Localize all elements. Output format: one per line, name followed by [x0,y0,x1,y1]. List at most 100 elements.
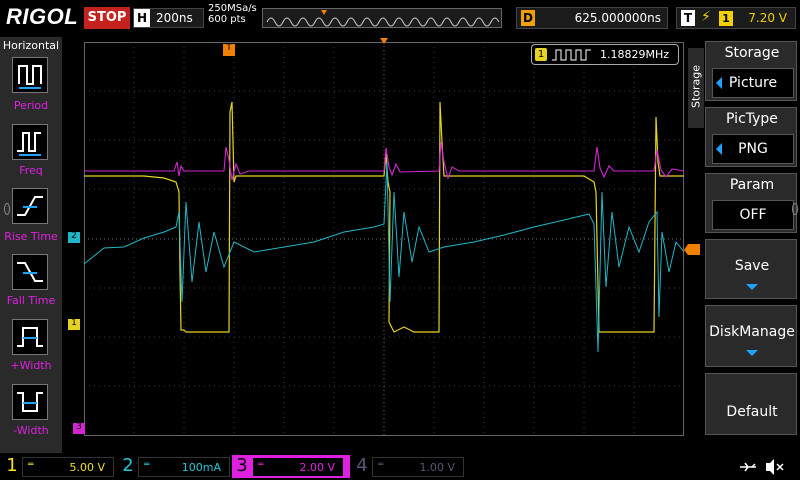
frequency-measurement[interactable]: 1 1.18829MHz [531,44,679,65]
ch2-setting[interactable]: 2 ═ 100mA [118,455,230,478]
top-status-bar: RIGOL STOP H 200ns 250MSa/s 600 pts D 62… [0,0,800,36]
measurement-value: 1.18829MHz [600,48,670,61]
negative-width-icon [17,392,43,412]
save-label: Save [734,258,770,274]
trigger-level-marker [684,244,700,255]
knob-indicator-icon [4,203,10,215]
trigger-box[interactable]: T ⚡ 1 7.20 V [676,7,796,29]
run-stop-indicator[interactable]: STOP [84,7,130,29]
pulse-train-icon [552,49,591,61]
waveform-display[interactable] [84,42,684,436]
freq-label: Freq [19,164,43,177]
knob-indicator-icon [792,203,798,215]
dc-coupling-icon: ═ [378,460,384,470]
ch1-scale: 5.00 V [69,461,105,474]
delay-key: D [521,10,535,26]
measure-freq-button[interactable] [12,124,48,160]
memory-overview-strip[interactable] [262,8,502,28]
measurement-channel: 1 [535,48,547,61]
down-arrow-icon [746,350,758,356]
left-measure-menu: Horizontal Period Freq Rise Time Fall Ti… [0,37,62,453]
period-label: Period [13,99,49,112]
trigger-position-marker [321,10,327,15]
left-menu-title: Horizontal [2,39,60,52]
acquisition-info: 250MSa/s 600 pts [208,3,257,25]
t-marker-label: T [226,43,232,53]
delay-box[interactable]: D 625.000000ns [516,7,668,29]
timebase-value: 200ns [156,11,193,25]
ch3-marker-label: 3 [76,422,82,432]
pictype-value: PNG [738,141,768,157]
param-value-box: OFF [712,200,794,230]
param-label: Param [729,177,775,193]
sample-rate: 250MSa/s [208,3,257,14]
usb-icon [740,462,756,472]
param-button[interactable]: Param OFF [705,173,797,233]
measure-pos-width-button[interactable] [12,319,48,355]
pictype-button[interactable]: PicType PNG [705,107,797,167]
status-icons [740,459,784,475]
ch2-scale-box: ═ 100mA [138,457,230,477]
pictype-value-box: PNG [712,134,794,164]
dc-coupling-icon: ═ [28,460,34,470]
ch2-number: 2 [122,455,134,476]
ch2-marker-label: 2 [71,231,77,241]
default-button[interactable]: Default [705,373,797,435]
ch1-setting[interactable]: 1 ═ 5.00 V [2,455,114,478]
disk-manage-button[interactable]: DiskManage [705,305,797,367]
trigger-key: T [681,10,695,26]
ch3-scale-box: ═ 2.00 V [252,457,344,477]
ch4-scale-box: ═ 1.00 V [372,457,464,477]
ch1-scale-box: ═ 5.00 V [22,457,114,477]
right-storage-menu: Storage Picture PicType PNG Param OFF Sa… [704,37,800,453]
fall-time-icon [17,262,43,282]
ch1-marker-label: 1 [71,318,77,328]
neg-width-label: -Width [13,424,49,437]
dc-coupling-icon: ═ [258,460,264,470]
ch1-number: 1 [6,455,18,476]
speaker-muted-icon [766,459,774,475]
down-arrow-icon [746,284,758,290]
dc-coupling-icon: ═ [144,460,150,470]
pos-width-label: +Width [10,359,52,372]
traces [84,101,684,353]
measure-rise-time-button[interactable] [12,188,48,224]
ch2-scale: 100mA [181,461,221,474]
trigger-level: 7.20 V [748,11,787,25]
storage-value: Picture [728,75,778,91]
ch4-number: 4 [356,455,368,476]
storage-value-box: Picture [712,68,794,98]
storage-header: Storage [724,45,780,61]
falling-edge-icon: ⚡ [701,9,711,25]
delay-value: 625.000000ns [574,11,661,25]
ch4-setting[interactable]: 4 ═ 1.00 V [352,455,464,478]
period-icon [18,65,42,89]
memory-waveform-icon [266,10,500,27]
measure-period-button[interactable] [12,57,48,93]
fall-time-label: Fall Time [6,294,56,307]
pictype-label: PicType [726,111,778,127]
ch2-trace [84,161,684,353]
ch4-scale: 1.00 V [419,461,455,474]
channel-status-strip: 1 ═ 5.00 V 2 ═ 100mA 3 ═ 2.00 V 4 ═ 1.00… [0,453,800,480]
ch3-number: 3 [236,455,248,476]
disk-manage-label: DiskManage [709,324,795,340]
timebase-box[interactable]: H 200ns [133,8,204,28]
storage-button[interactable]: Storage Picture [705,41,797,101]
trigger-channel: 1 [719,11,733,26]
save-button[interactable]: Save [705,239,797,299]
horizontal-key: H [134,9,150,27]
brand-logo: RIGOL [6,4,79,29]
memory-depth: 600 pts [208,14,246,25]
menu-section-tab: Storage [688,48,704,128]
measure-fall-time-button[interactable] [12,254,48,290]
measure-neg-width-button[interactable] [12,384,48,420]
default-label: Default [726,404,778,420]
ch3-setting[interactable]: 3 ═ 2.00 V [232,455,350,478]
rise-time-label: Rise Time [4,230,58,243]
positive-width-icon [17,327,43,347]
param-value: OFF [739,207,767,223]
frequency-icon [17,132,41,156]
rise-time-icon [17,196,43,216]
ch3-scale: 2.00 V [299,461,335,474]
